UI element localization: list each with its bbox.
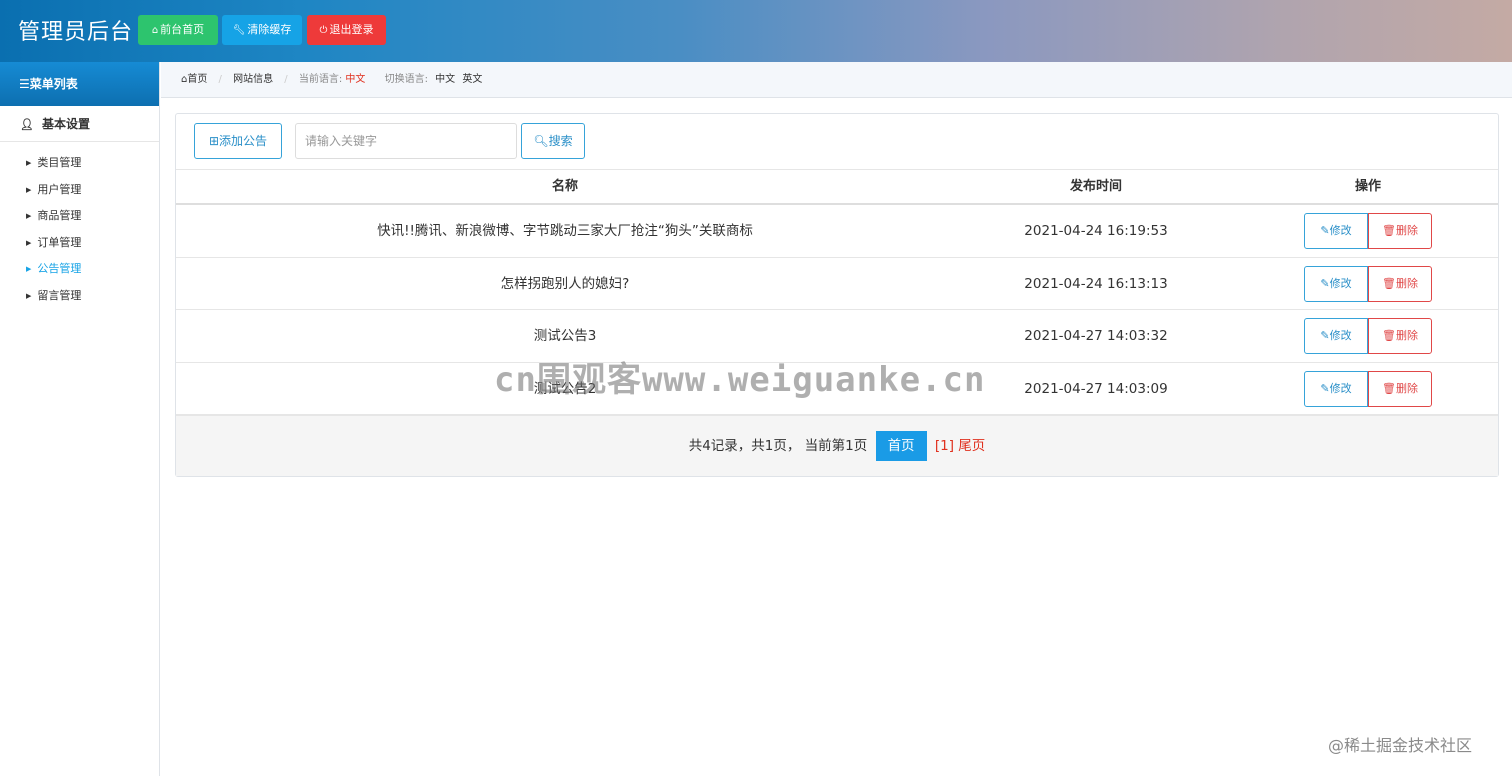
edit-icon: ✎ xyxy=(1320,276,1330,290)
caret-right-icon: ▶ xyxy=(26,212,32,221)
trash-icon: 🗑︎ xyxy=(1382,329,1396,342)
current-language-label: 当前语言: xyxy=(298,74,343,85)
search-button[interactable]: 🔍︎搜索 xyxy=(521,123,585,159)
logout-button[interactable]: ⏻ 退出登录 xyxy=(307,15,386,45)
sidebar-item-users[interactable]: ▶ 用户管理 xyxy=(0,177,159,204)
delete-button[interactable]: 🗑︎删除 xyxy=(1368,318,1432,354)
announcement-panel: ⊞添加公告 🔍︎搜索 名称 发布时间 操作 快讯!!腾讯、新浪微博、字节跳动三家… xyxy=(175,113,1499,477)
edit-button[interactable]: ✎修改 xyxy=(1304,370,1368,407)
edit-icon: ✎ xyxy=(1320,224,1330,237)
plus-square-icon: ⊞ xyxy=(208,134,220,148)
user-icon: 👤︎ xyxy=(20,118,34,131)
row-time: 2021-04-27 14:03:32 xyxy=(1024,328,1168,344)
delete-button[interactable]: 🗑︎删除 xyxy=(1368,370,1432,407)
first-page-button[interactable]: 首页 xyxy=(875,431,927,461)
row-time: 2021-04-24 16:19:53 xyxy=(1024,223,1168,239)
row-time: 2021-04-24 16:13:13 xyxy=(1024,275,1168,292)
breadcrumb: ⌂首页 / 网站信息 / 当前语言: 中文 切换语言: 中文 英文 xyxy=(161,62,1512,98)
language-option-english[interactable]: 英文 xyxy=(462,74,482,85)
wrench-icon: 🔧︎ xyxy=(232,25,246,36)
sidebar-group-basic-settings[interactable]: 👤︎ 基本设置 xyxy=(0,106,159,142)
breadcrumb-separator: / xyxy=(284,74,288,85)
last-page-link[interactable]: 尾页 xyxy=(958,438,985,454)
language-option-chinese[interactable]: 中文 xyxy=(435,74,455,85)
caret-right-icon: ▶ xyxy=(26,291,32,300)
pagination: 共4记录，共1页， 当前第1页 首页 [1] 尾页 xyxy=(176,415,1498,476)
column-header-actions: 操作 xyxy=(1354,179,1381,194)
menu-icon: ☰ xyxy=(19,77,30,91)
pagination-summary: 共4记录，共1页， 当前第1页 xyxy=(688,438,868,454)
caret-right-icon: ▶ xyxy=(26,159,32,167)
add-announcement-button[interactable]: ⊞添加公告 xyxy=(194,123,282,159)
edit-button[interactable]: ✎修改 xyxy=(1304,318,1368,354)
sidebar-item-orders[interactable]: ▶ 订单管理 xyxy=(0,230,159,257)
sidebar-item-category[interactable]: ▶ 类目管理 xyxy=(0,150,159,177)
delete-button[interactable]: 🗑︎删除 xyxy=(1368,213,1432,249)
table-header: 名称 发布时间 操作 xyxy=(176,169,1498,205)
caret-right-icon: ▶ xyxy=(26,265,32,274)
breadcrumb-home[interactable]: ⌂首页 xyxy=(181,74,207,85)
table-row: 怎样拐跑别人的媳妇? 2021-04-24 16:13:13 ✎修改 🗑︎删除 xyxy=(176,258,1498,310)
edit-icon: ✎ xyxy=(1320,381,1330,395)
caret-right-icon: ▶ xyxy=(26,185,32,194)
corner-watermark: @稀土掘金技术社区 xyxy=(1328,736,1473,755)
search-input[interactable] xyxy=(295,123,517,159)
top-header: 管理员后台 ⌂ 前台首页 🔧︎ 清除缓存 ⏻ 退出登录 xyxy=(0,0,1512,62)
home-icon: ⌂ xyxy=(151,25,159,36)
table-row: 快讯!!腾讯、新浪微博、字节跳动三家大厂抢注“狗头”关联商标 2021-04-2… xyxy=(176,205,1498,258)
clear-cache-button[interactable]: 🔧︎ 清除缓存 xyxy=(222,15,302,45)
delete-button[interactable]: 🗑︎删除 xyxy=(1368,265,1432,302)
trash-icon: 🗑︎ xyxy=(1382,381,1396,395)
caret-right-icon: ▶ xyxy=(26,238,32,247)
current-language-value: 中文 xyxy=(345,74,366,85)
page-number-link[interactable]: [1] xyxy=(935,438,954,454)
column-header-time: 发布时间 xyxy=(1069,179,1122,194)
menu-list-header[interactable]: ☰菜单列表 xyxy=(0,62,159,106)
power-icon: ⏻ xyxy=(319,25,328,36)
center-watermark: cn围观客www.weiguanke.cn xyxy=(494,360,986,400)
sidebar-items: ▶ 类目管理 ▶ 用户管理 ▶ 商品管理 ▶ 订单管理 ▶ 公告管理 ▶ 留言管理 xyxy=(0,142,159,310)
edit-button[interactable]: ✎修改 xyxy=(1304,213,1368,249)
app-title: 管理员后台 xyxy=(18,20,134,45)
sidebar-item-announcements[interactable]: ▶ 公告管理 xyxy=(0,256,159,283)
search-icon: 🔍︎ xyxy=(533,134,549,148)
sidebar: ☰菜单列表 👤︎ 基本设置 ▶ 类目管理 ▶ 用户管理 ▶ 商品管理 ▶ 订单管理 ▶ 公告… xyxy=(0,62,160,776)
trash-icon: 🗑︎ xyxy=(1382,276,1396,290)
switch-language-label: 切换语言: xyxy=(384,74,428,85)
column-header-name: 名称 xyxy=(551,179,578,194)
row-time: 2021-04-27 14:03:09 xyxy=(1024,380,1168,397)
breadcrumb-site-info[interactable]: 网站信息 xyxy=(233,74,273,85)
row-name: 怎样拐跑别人的媳妇? xyxy=(500,275,630,292)
row-name: 快讯!!腾讯、新浪微博、字节跳动三家大厂抢注“狗头”关联商标 xyxy=(377,223,753,239)
sidebar-item-messages[interactable]: ▶ 留言管理 xyxy=(0,283,159,310)
front-home-button[interactable]: ⌂ 前台首页 xyxy=(138,15,218,45)
breadcrumb-separator: / xyxy=(218,74,222,85)
edit-icon: ✎ xyxy=(1320,329,1330,342)
edit-button[interactable]: ✎修改 xyxy=(1304,265,1368,302)
sidebar-item-products[interactable]: ▶ 商品管理 xyxy=(0,203,159,230)
trash-icon: 🗑︎ xyxy=(1382,224,1396,237)
